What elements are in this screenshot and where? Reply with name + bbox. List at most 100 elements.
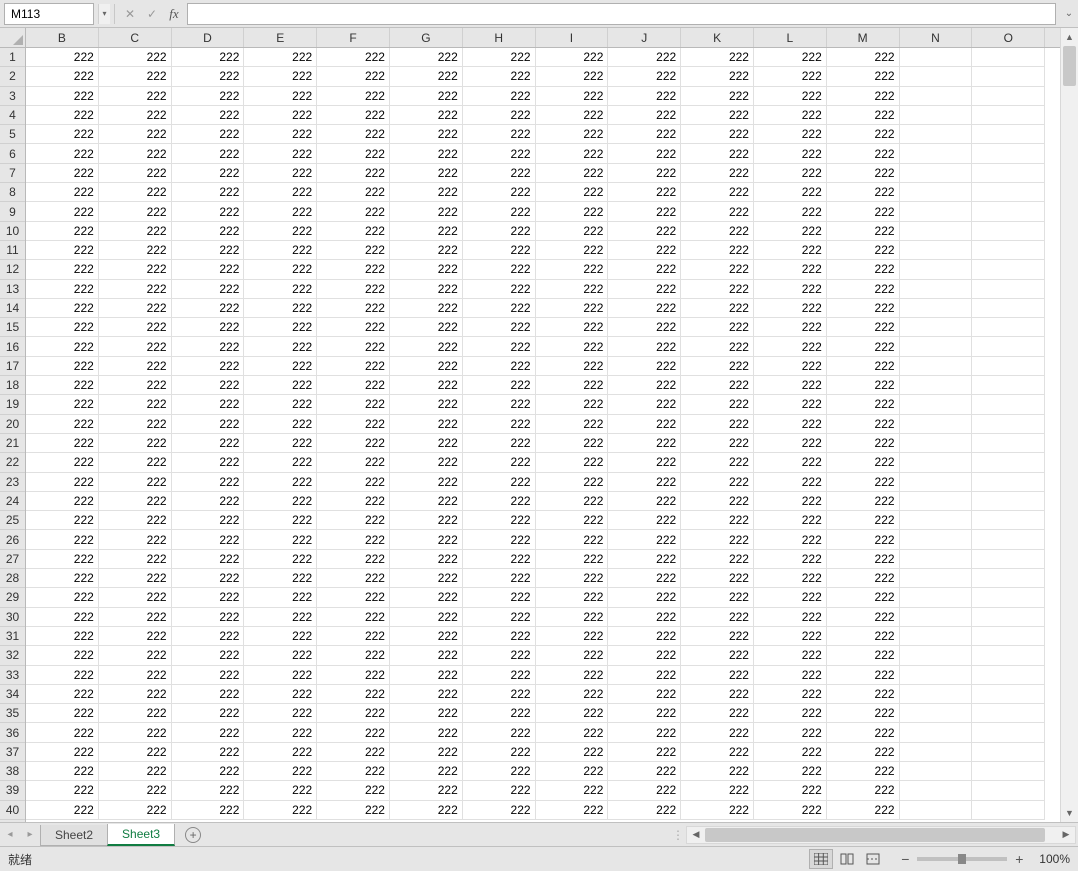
cell[interactable]: 222 <box>536 608 609 627</box>
cell[interactable] <box>900 260 973 279</box>
cell[interactable] <box>972 202 1045 221</box>
cell[interactable]: 222 <box>317 144 390 163</box>
cell[interactable]: 222 <box>390 357 463 376</box>
cell[interactable]: 222 <box>26 666 99 685</box>
cell[interactable]: 222 <box>463 260 536 279</box>
cell[interactable]: 222 <box>99 67 172 86</box>
cell[interactable]: 222 <box>608 666 681 685</box>
cell[interactable]: 222 <box>390 473 463 492</box>
cell[interactable]: 222 <box>536 415 609 434</box>
cell[interactable]: 222 <box>463 608 536 627</box>
cell[interactable] <box>900 67 973 86</box>
tab-nav-next-icon[interactable]: ▸ <box>20 824 40 846</box>
cell[interactable] <box>972 801 1045 820</box>
cell[interactable]: 222 <box>754 280 827 299</box>
cell[interactable]: 222 <box>99 704 172 723</box>
cell[interactable]: 222 <box>390 492 463 511</box>
cell[interactable] <box>900 646 973 665</box>
cell[interactable]: 222 <box>99 318 172 337</box>
cell[interactable]: 222 <box>754 723 827 742</box>
cell[interactable]: 222 <box>317 357 390 376</box>
cell[interactable]: 222 <box>390 260 463 279</box>
cell[interactable] <box>972 337 1045 356</box>
cell[interactable]: 222 <box>681 106 754 125</box>
cell[interactable]: 222 <box>681 588 754 607</box>
cell[interactable] <box>972 87 1045 106</box>
cell[interactable]: 222 <box>172 511 245 530</box>
cell[interactable]: 222 <box>463 87 536 106</box>
cell[interactable]: 222 <box>26 395 99 414</box>
cell[interactable] <box>972 241 1045 260</box>
sheet-tab[interactable]: Sheet3 <box>107 824 175 846</box>
cell[interactable]: 222 <box>754 685 827 704</box>
cell[interactable]: 222 <box>463 241 536 260</box>
cell[interactable]: 222 <box>317 762 390 781</box>
cell[interactable]: 222 <box>827 627 900 646</box>
cell[interactable]: 222 <box>390 164 463 183</box>
cell[interactable]: 222 <box>681 781 754 800</box>
cell[interactable]: 222 <box>390 337 463 356</box>
cell[interactable]: 222 <box>244 395 317 414</box>
cell[interactable]: 222 <box>681 164 754 183</box>
cell[interactable]: 222 <box>827 762 900 781</box>
cell[interactable]: 222 <box>827 144 900 163</box>
cell[interactable] <box>972 666 1045 685</box>
cell[interactable]: 222 <box>681 704 754 723</box>
cell[interactable]: 222 <box>536 762 609 781</box>
cell[interactable]: 222 <box>26 222 99 241</box>
row-header[interactable]: 11 <box>0 241 25 260</box>
cell[interactable]: 222 <box>608 280 681 299</box>
cell[interactable]: 222 <box>390 569 463 588</box>
cell[interactable]: 222 <box>172 550 245 569</box>
cell[interactable] <box>900 704 973 723</box>
cell[interactable]: 222 <box>244 588 317 607</box>
cell[interactable]: 222 <box>536 183 609 202</box>
cell[interactable]: 222 <box>317 415 390 434</box>
cell[interactable]: 222 <box>317 492 390 511</box>
cell[interactable]: 222 <box>99 106 172 125</box>
cell[interactable]: 222 <box>608 337 681 356</box>
cell[interactable]: 222 <box>244 781 317 800</box>
cell[interactable]: 222 <box>827 666 900 685</box>
horizontal-scrollbar[interactable]: ◀ ▶ <box>686 826 1076 844</box>
cell[interactable] <box>900 241 973 260</box>
cell[interactable] <box>900 666 973 685</box>
cell[interactable]: 222 <box>99 723 172 742</box>
cell[interactable]: 222 <box>99 241 172 260</box>
cell[interactable]: 222 <box>390 801 463 820</box>
cell[interactable]: 222 <box>608 87 681 106</box>
cell[interactable] <box>972 704 1045 723</box>
cell[interactable]: 222 <box>608 550 681 569</box>
cell[interactable]: 222 <box>827 781 900 800</box>
cell[interactable]: 222 <box>463 395 536 414</box>
cell[interactable] <box>972 530 1045 549</box>
cell[interactable]: 222 <box>536 569 609 588</box>
cell[interactable]: 222 <box>754 569 827 588</box>
cell[interactable] <box>972 453 1045 472</box>
cell[interactable] <box>900 550 973 569</box>
cell[interactable]: 222 <box>26 48 99 67</box>
cell[interactable]: 222 <box>244 260 317 279</box>
row-header[interactable]: 21 <box>0 434 25 453</box>
cell[interactable]: 222 <box>317 550 390 569</box>
cell[interactable]: 222 <box>317 183 390 202</box>
cell[interactable] <box>900 608 973 627</box>
cell[interactable]: 222 <box>244 183 317 202</box>
cell[interactable]: 222 <box>536 376 609 395</box>
cell[interactable]: 222 <box>608 685 681 704</box>
cell[interactable]: 222 <box>390 67 463 86</box>
row-header[interactable]: 28 <box>0 569 25 588</box>
row-header[interactable]: 39 <box>0 781 25 800</box>
cell[interactable]: 222 <box>99 627 172 646</box>
cell[interactable]: 222 <box>536 318 609 337</box>
cell[interactable]: 222 <box>754 183 827 202</box>
cell[interactable]: 222 <box>172 125 245 144</box>
cell[interactable]: 222 <box>172 395 245 414</box>
cell[interactable] <box>972 357 1045 376</box>
view-page-break-button[interactable] <box>861 849 885 869</box>
cell[interactable]: 222 <box>172 318 245 337</box>
name-box[interactable]: M113 <box>4 3 94 25</box>
cell[interactable]: 222 <box>26 608 99 627</box>
cell[interactable]: 222 <box>317 723 390 742</box>
cell[interactable]: 222 <box>172 67 245 86</box>
